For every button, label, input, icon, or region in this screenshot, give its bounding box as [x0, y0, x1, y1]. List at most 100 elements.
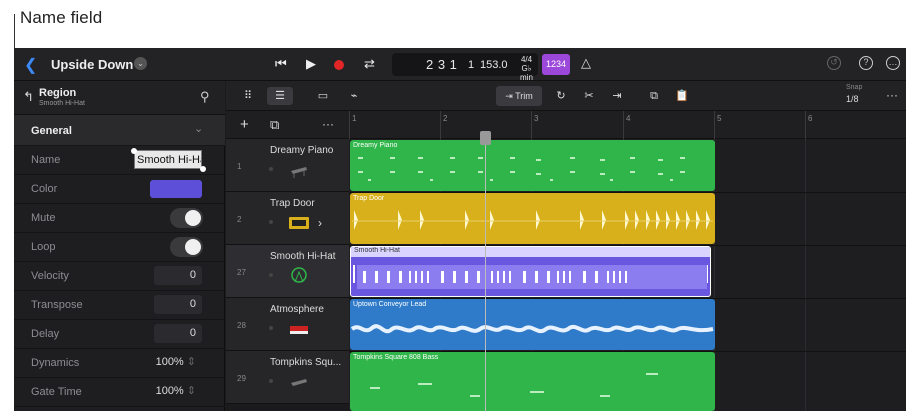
lcd-position: 2 3 1: [426, 57, 458, 72]
region-tompkins-square-808-bass[interactable]: Tompkins Square 808 Bass: [350, 352, 715, 411]
undo-history-icon[interactable]: ↺: [827, 56, 841, 70]
window-icon[interactable]: ▭: [310, 87, 336, 105]
drummer-icon: [291, 267, 307, 283]
bar-number: 5: [717, 114, 722, 123]
trim-icon: ⇥: [505, 91, 513, 101]
grid-line: [805, 139, 806, 411]
more-icon[interactable]: ···: [886, 88, 898, 102]
add-track-icon[interactable]: +: [240, 116, 249, 133]
midi-notes: [370, 373, 658, 397]
snap-label: Snap: [846, 84, 863, 91]
bar-line: [440, 111, 441, 139]
mute-label: Mute: [31, 212, 56, 224]
cycle-icon[interactable]: ⇄: [364, 56, 375, 72]
region-smooth-hi-hat[interactable]: Smooth Hi-Hat: [350, 246, 711, 297]
track-name: Atmosphere: [270, 304, 324, 315]
track-name: Smooth Hi-Hat: [270, 251, 336, 262]
bar-line: [349, 111, 350, 139]
region-uptown-conveyor-lead[interactable]: Uptown Conveyor Lead: [350, 299, 715, 350]
bar-number: 6: [808, 114, 813, 123]
chevron-right-icon[interactable]: ›: [318, 216, 322, 230]
track-number: 29: [237, 374, 246, 383]
lcd-display[interactable]: 2 3 1 1 153.0 4/4 G♭ min: [392, 53, 538, 82]
project-name[interactable]: Upside Down 2: [51, 57, 144, 72]
gatetime-value: 100%: [155, 385, 184, 397]
track-number: 27: [237, 268, 246, 277]
dynamics-field[interactable]: 100% ⇕: [154, 353, 202, 372]
name-label: Name: [31, 154, 61, 166]
track-name: Dreamy Piano: [270, 145, 334, 156]
back-icon[interactable]: ❮: [24, 55, 37, 75]
inspector-title[interactable]: Region: [39, 87, 76, 99]
paste-icon[interactable]: 📋: [669, 87, 695, 105]
inspector-header: ↰ Region Smooth Hi-Hat ⚲: [14, 81, 225, 115]
loop-tool-icon[interactable]: ↻: [548, 87, 574, 105]
toggle-knob: [185, 239, 201, 255]
count-in-button[interactable]: 1234: [542, 54, 570, 75]
bar-line: [805, 111, 806, 139]
dynamics-label: Dynamics: [31, 357, 80, 369]
name-field[interactable]: Smooth Hi-Hat: [134, 150, 202, 169]
more-icon[interactable]: ···: [322, 117, 334, 131]
metronome-icon[interactable]: △: [581, 55, 591, 71]
split-icon[interactable]: ✂: [576, 87, 602, 105]
velocity-row: Velocity 0: [14, 262, 225, 291]
dynamics-row: Dynamics 100% ⇕: [14, 349, 225, 378]
loop-row: Loop: [14, 233, 225, 262]
gatetime-field[interactable]: 100% ⇕: [154, 382, 202, 401]
copy-icon[interactable]: ⧉: [641, 87, 667, 105]
track-row[interactable]: 28 Atmosphere: [226, 298, 349, 351]
region-dreamy-piano[interactable]: Dreamy Piano: [350, 140, 715, 191]
logic-app: ❮ Upside Down 2 ⌄ ⏮ ▶ ⇄ 2 3 1 1 153.0 4/…: [14, 48, 906, 411]
help-icon[interactable]: ?: [859, 56, 873, 70]
inspector-back-icon[interactable]: ↰: [23, 89, 34, 105]
color-row: Color: [14, 175, 225, 204]
section-title: General: [31, 125, 72, 137]
track-row[interactable]: 1 Dreamy Piano: [226, 139, 349, 192]
delay-field[interactable]: 0: [154, 324, 202, 343]
play-icon[interactable]: ▶: [306, 56, 316, 72]
track-dot: [269, 379, 273, 383]
tracks-view-icon[interactable]: ☰: [267, 87, 293, 105]
tracks-area[interactable]: Dreamy Piano Trap Door Smooth Hi-Hat Upt…: [349, 139, 906, 411]
bar-line: [714, 111, 715, 139]
selection-handle[interactable]: [200, 166, 206, 172]
midi-notes: [358, 157, 685, 181]
loop-toggle[interactable]: [170, 237, 203, 257]
velocity-field[interactable]: 0: [154, 266, 202, 285]
lcd-beat: 1: [468, 59, 475, 71]
transpose-field[interactable]: 0: [154, 295, 202, 314]
toggle-knob: [185, 210, 201, 226]
track-row[interactable]: 2 Trap Door ›: [226, 192, 349, 245]
piano-icon: [291, 167, 307, 178]
trim-tool-button[interactable]: ⇥ Trim: [496, 86, 542, 106]
color-swatch[interactable]: [150, 180, 202, 198]
track-row[interactable]: 27 Smooth Hi-Hat: [226, 245, 349, 298]
region-trap-door[interactable]: Trap Door: [350, 193, 715, 244]
automation-icon[interactable]: ⌁: [341, 87, 367, 105]
bar-number: 1: [352, 114, 357, 123]
rewind-icon[interactable]: ⏮: [275, 56, 287, 72]
record-button[interactable]: [334, 60, 344, 70]
transpose-row: Transpose 0: [14, 291, 225, 320]
lcd-signature: 4/4 G♭ min: [515, 55, 538, 82]
control-bar: ❮ Upside Down 2 ⌄ ⏮ ▶ ⇄ 2 3 1 1 153.0 4/…: [14, 48, 906, 82]
playhead-handle[interactable]: [480, 131, 491, 145]
pin-icon[interactable]: ⚲: [200, 89, 210, 105]
chevron-down-icon[interactable]: ⌄: [134, 57, 147, 70]
timeline-ruler[interactable]: 1 2 3 4 5 6: [349, 111, 906, 139]
more-icon[interactable]: …: [886, 56, 900, 70]
bar-number: 3: [534, 114, 539, 123]
grid-view-icon[interactable]: ⠿: [235, 87, 261, 105]
duplicate-track-icon[interactable]: ⧉: [270, 117, 279, 133]
gatetime-row: Gate Time 100% ⇕: [14, 378, 225, 407]
join-icon[interactable]: ⇥: [604, 87, 630, 105]
snap-value[interactable]: 1/8: [846, 94, 859, 104]
track-row[interactable]: 29 Tompkins Squ...: [226, 351, 349, 404]
transpose-label: Transpose: [31, 299, 83, 311]
track-name: Trap Door: [270, 198, 315, 209]
selection-handle[interactable]: [131, 148, 137, 154]
mute-toggle[interactable]: [170, 208, 203, 228]
loop-label: Loop: [31, 241, 56, 253]
general-section-header[interactable]: General ⌄: [14, 115, 225, 146]
